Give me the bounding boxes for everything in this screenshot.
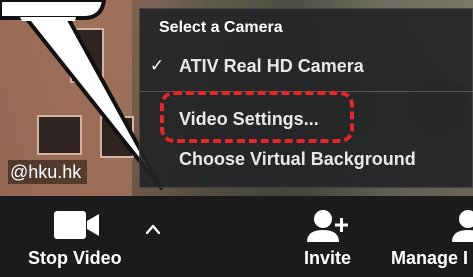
building-window <box>37 115 82 155</box>
zoom-window: @hku.hk Select a Camera ✓ ATIV Real HD C… <box>0 0 473 277</box>
menu-item-video-settings[interactable]: Video Settings... <box>140 102 473 136</box>
participants-icon <box>450 209 473 243</box>
stop-video-button[interactable]: Stop Video <box>0 196 140 277</box>
menu-item-ativ-real-hd-camera[interactable]: ✓ ATIV Real HD Camera <box>140 49 473 83</box>
manage-participants-label: Manage I <box>391 248 469 268</box>
video-options-chevron-button[interactable] <box>140 212 168 240</box>
add-person-icon <box>306 209 352 243</box>
stop-video-label: Stop Video <box>28 248 122 268</box>
building-window <box>100 116 134 158</box>
video-camera-icon <box>54 211 100 239</box>
invite-button[interactable]: Invite <box>286 196 386 277</box>
menu-item-choose-virtual-background[interactable]: Choose Virtual Background <box>140 142 473 176</box>
menu-heading: Select a Camera <box>159 19 283 36</box>
participant-email-label: @hku.hk <box>8 160 88 184</box>
menu-divider <box>140 91 473 92</box>
chevron-up-icon <box>145 221 161 235</box>
manage-participants-button[interactable]: Manage I <box>386 196 473 277</box>
camera-dropdown-menu: Select a Camera ✓ ATIV Real HD Camera Vi… <box>139 8 473 188</box>
menu-item-label: Video Settings... <box>179 109 319 129</box>
menu-item-label: ATIV Real HD Camera <box>179 56 364 76</box>
invite-label: Invite <box>304 248 352 268</box>
checkmark-icon: ✓ <box>149 56 165 75</box>
building-window <box>70 28 104 83</box>
menu-item-label: Choose Virtual Background <box>179 149 416 169</box>
bottom-toolbar: Stop Video Invite Manage I <box>0 196 473 277</box>
